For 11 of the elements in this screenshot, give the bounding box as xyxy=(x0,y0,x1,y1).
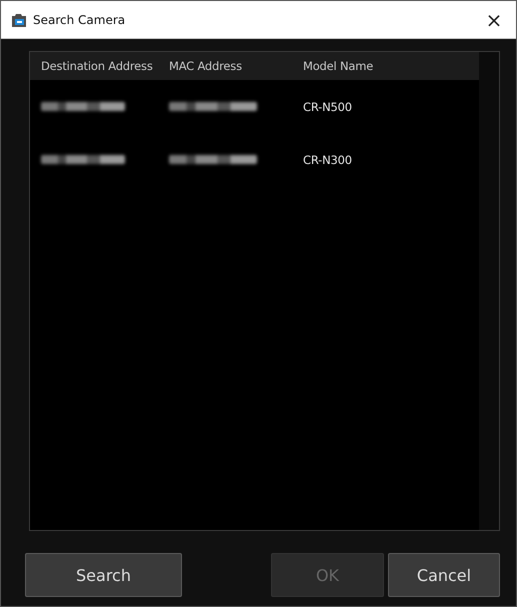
scrollbar-track[interactable] xyxy=(479,52,499,530)
dialog-button[interactable]: Search xyxy=(25,553,182,597)
column-header[interactable]: Model Name xyxy=(303,59,374,73)
dialog-button[interactable]: Cancel xyxy=(388,553,500,597)
column-header[interactable]: MAC Address xyxy=(169,59,303,73)
close-button[interactable]: × xyxy=(472,2,516,38)
table-cell: CR-N300 xyxy=(303,152,352,166)
column-header[interactable]: Destination Address xyxy=(30,59,169,73)
window-title: Search Camera xyxy=(33,12,126,26)
camera-app-icon xyxy=(11,12,27,28)
table-cell: CR-N500 xyxy=(303,100,352,114)
